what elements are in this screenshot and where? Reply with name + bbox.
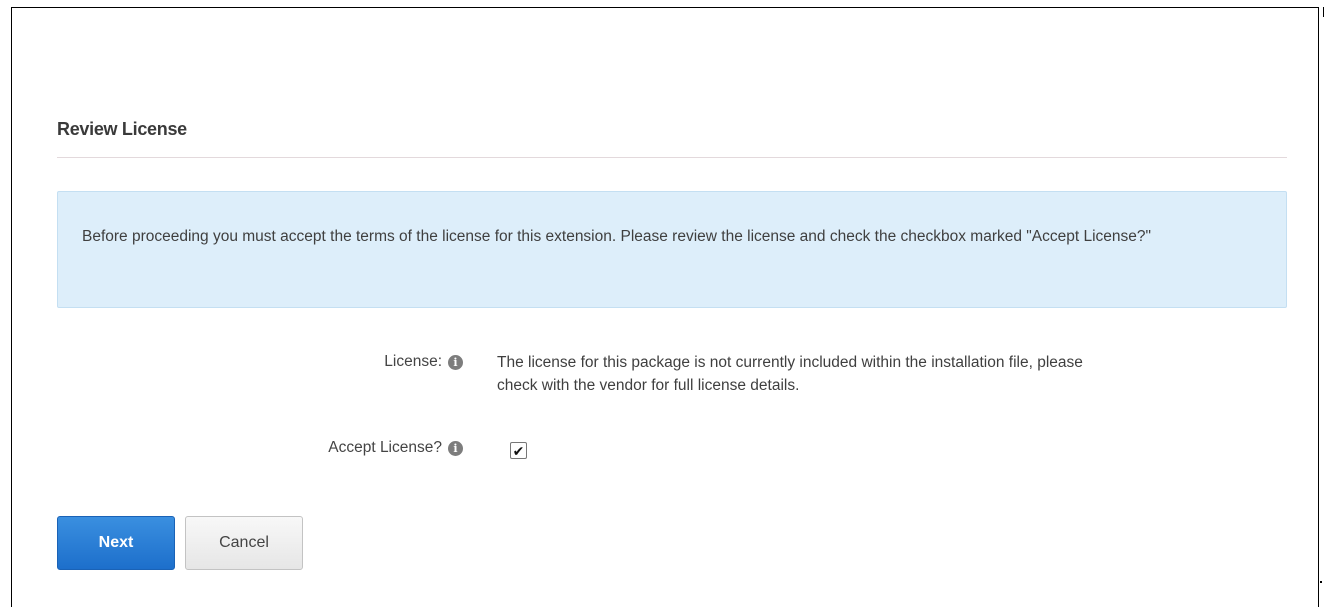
cancel-button[interactable]: Cancel (185, 516, 303, 570)
license-notice: Before proceeding you must accept the te… (57, 191, 1287, 308)
title-divider (57, 157, 1287, 158)
accept-license-label-text: Accept License? (328, 439, 442, 456)
accept-license-checkbox[interactable]: ✔ (510, 442, 527, 459)
license-value-text: The license for this package is not curr… (497, 354, 1083, 394)
page-title: Review License (57, 119, 187, 139)
license-label-text: License: (384, 353, 442, 370)
checkmark-icon: ✔ (512, 442, 525, 459)
license-notice-text: Before proceeding you must accept the te… (82, 228, 1152, 245)
frame-corner-mark (1320, 581, 1322, 583)
license-label: License: i (384, 353, 463, 371)
accept-license-label: Accept License? i (328, 439, 463, 457)
license-info-icon[interactable]: i (448, 354, 463, 370)
frame-edge-mark (1323, 7, 1324, 17)
next-button[interactable]: Next (57, 516, 175, 570)
accept-license-info-icon[interactable]: i (448, 440, 463, 456)
